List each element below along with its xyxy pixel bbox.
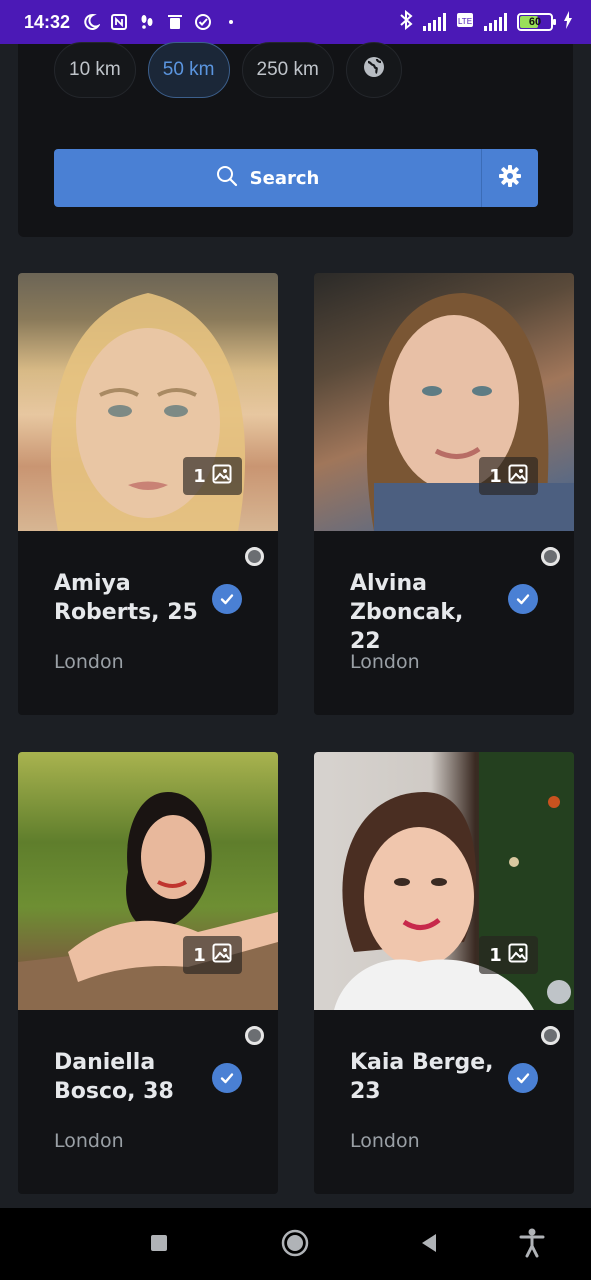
verified-check-icon [508,584,538,614]
status-bar: 14:32 LTE 60 [0,0,591,44]
image-icon [212,464,232,489]
verified-check-icon [212,1063,242,1093]
profile-card[interactable]: 1 Daniella Bosco, 38 London [18,752,278,1194]
photo-count: 1 [489,465,502,487]
profile-name[interactable]: Daniella Bosco, 38 [54,1048,204,1106]
home-button[interactable] [280,1229,310,1261]
distance-chip-250km[interactable]: 250 km [241,42,334,98]
home-icon [281,1229,309,1261]
check-circle-icon [192,11,214,33]
photo-count-badge: 1 [479,457,538,495]
search-settings-button[interactable] [481,149,538,207]
profile-city: London [54,1130,124,1152]
footsteps-icon [136,11,158,33]
accessibility-icon [518,1228,546,1262]
svg-text:LTE: LTE [458,17,472,26]
back-button[interactable] [414,1230,444,1260]
battery-level: 60 [528,16,542,28]
search-icon [216,165,238,192]
profile-card[interactable]: 1 Amiya Roberts, 25 London [18,273,278,715]
recent-apps-button[interactable] [144,1230,174,1260]
distance-chip-50km[interactable]: 50 km [147,42,230,98]
image-icon [508,943,528,968]
charging-icon [563,10,573,34]
online-status-indicator [245,547,264,566]
recent-apps-icon [149,1233,169,1257]
moon-icon [80,11,102,33]
search-button-label: Search [249,167,320,189]
nfc-icon [108,11,130,33]
clock: 14:32 [24,11,71,32]
profile-name[interactable]: Alvina Zboncak, 22 [350,569,500,656]
distance-chip-10km[interactable]: 10 km [54,42,136,98]
online-status-indicator [541,1026,560,1045]
profile-city: London [350,651,420,673]
verified-check-icon [212,584,242,614]
search-panel: 10 km 50 km 250 km Search [18,42,573,237]
profile-name[interactable]: Amiya Roberts, 25 [54,569,204,627]
back-icon [418,1232,440,1258]
system-navigation-bar [0,1208,591,1280]
photo-count: 1 [193,944,206,966]
photo-count-badge: 1 [479,936,538,974]
profile-city: London [54,651,124,673]
profile-name[interactable]: Kaia Berge, 23 [350,1048,500,1106]
verified-check-icon [508,1063,538,1093]
globe-icon [363,56,385,84]
volte-icon: LTE [456,11,474,34]
photo-count-badge: 1 [183,457,242,495]
trash-icon [164,11,186,33]
profile-city: London [350,1130,420,1152]
distance-chip-global[interactable] [345,42,402,98]
search-button[interactable]: Search [54,149,481,207]
photo-count: 1 [193,465,206,487]
battery-icon: 60 [517,13,556,31]
signal-icon [423,13,446,31]
online-status-indicator [245,1026,264,1045]
image-icon [508,464,528,489]
profile-card[interactable]: 1 Kaia Berge, 23 London [314,752,574,1194]
distance-filter: 10 km 50 km 250 km [54,42,402,98]
profile-card[interactable]: 1 Alvina Zboncak, 22 London [314,273,574,715]
dot-icon [220,11,242,33]
image-icon [212,943,232,968]
online-status-indicator [541,547,560,566]
gear-icon [498,164,522,192]
accessibility-button[interactable] [517,1228,547,1262]
4g-signal-icon [484,13,507,31]
photo-count: 1 [489,944,502,966]
bluetooth-icon [399,9,413,35]
photo-count-badge: 1 [183,936,242,974]
